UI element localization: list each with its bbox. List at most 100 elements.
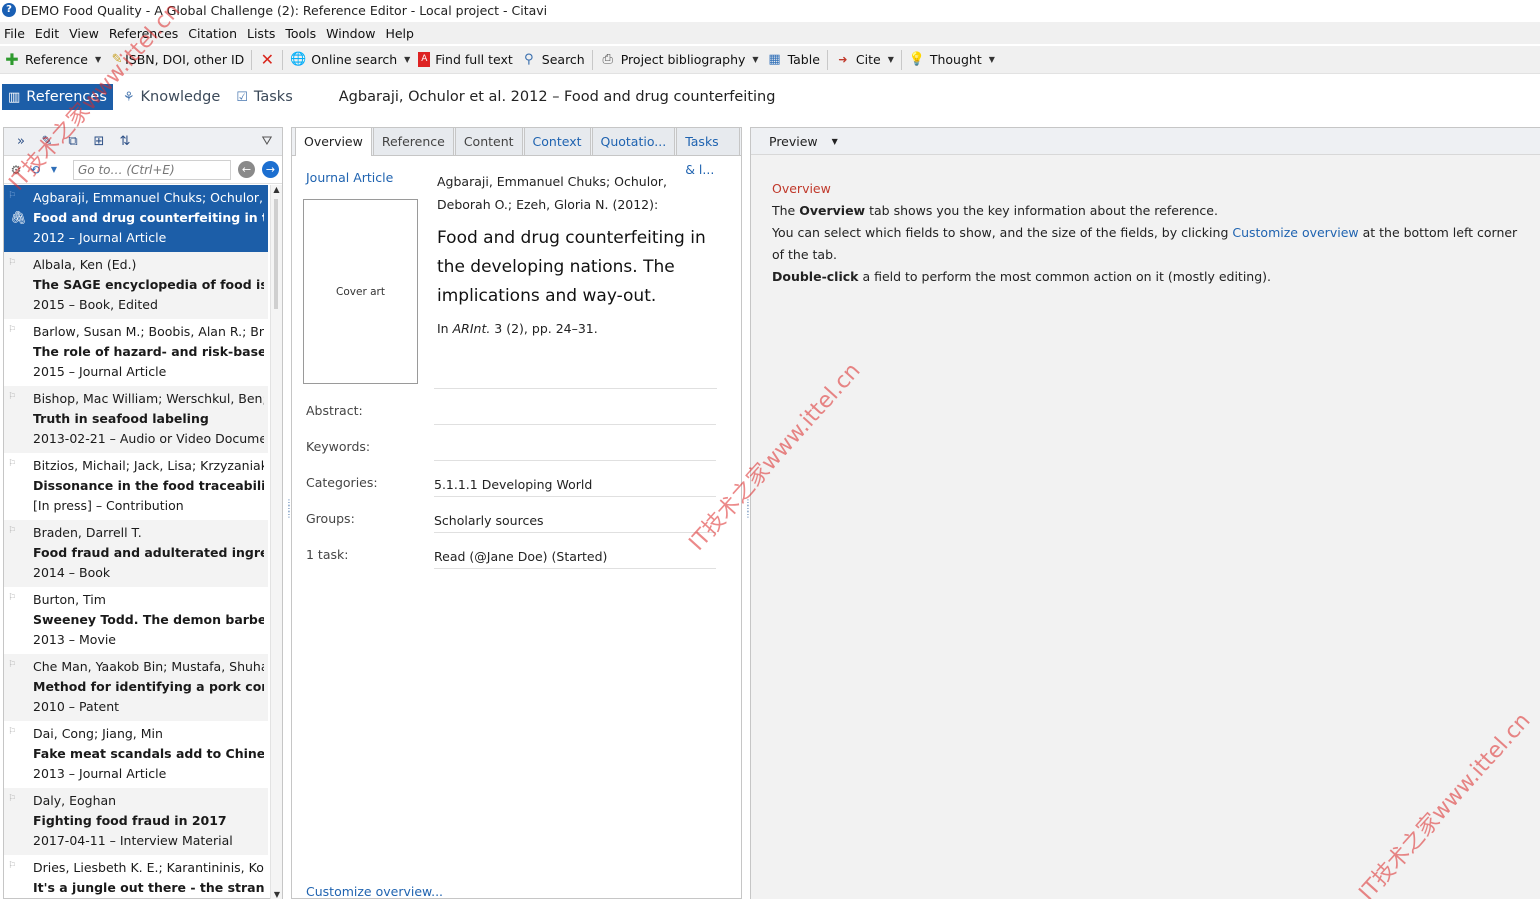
menu-references[interactable]: References bbox=[104, 26, 183, 41]
sort-icon[interactable]: ⇅ bbox=[116, 133, 134, 151]
table-button[interactable]: ▦ Table bbox=[763, 48, 824, 72]
editor-tabs: Overview Reference Content Context Quota… bbox=[292, 127, 741, 177]
cite-arrow-icon: ➜ bbox=[838, 52, 848, 66]
reference-list-item[interactable]: ⚐ Braden, Darrell T. Food fraud and adul… bbox=[4, 520, 268, 587]
search-label: Search bbox=[541, 52, 585, 67]
scrollbar-thumb[interactable] bbox=[274, 199, 278, 309]
forward-arrow-icon[interactable]: → bbox=[262, 161, 279, 178]
history-icon[interactable]: ⟲ bbox=[27, 162, 43, 178]
reference-meta: 2010 – Patent bbox=[33, 699, 120, 714]
customize-overview-inline-link[interactable]: Customize overview bbox=[1232, 225, 1358, 240]
expand-chevrons-icon[interactable]: » bbox=[12, 133, 30, 151]
chevron-down-icon[interactable]: ▼ bbox=[46, 162, 62, 178]
reference-authors: Daly, Eoghan bbox=[33, 793, 117, 808]
attachment-paperclip-icon: 🖇 bbox=[10, 211, 27, 226]
filter-icon[interactable]: ⛛ bbox=[258, 133, 276, 151]
reference-meta: 2017-04-11 – Interview Material bbox=[33, 833, 233, 848]
reference-type-link[interactable]: Journal Article bbox=[306, 170, 393, 185]
reference-list-item[interactable]: ⚐ Daly, Eoghan Fighting food fraud in 20… bbox=[4, 788, 268, 855]
reference-list-item[interactable]: ⚐ Barlow, Susan M.; Boobis, Alan R.; Bri… bbox=[4, 319, 268, 386]
source-journal: ARInt. bbox=[452, 321, 491, 336]
settings-gear-icon[interactable]: ⚙ bbox=[8, 162, 24, 178]
reference-list-item[interactable]: ⚐ Dai, Cong; Jiang, Min Fake meat scanda… bbox=[4, 721, 268, 788]
source-prefix: In bbox=[437, 321, 453, 336]
reference-list-item[interactable]: ⚐ Dries, Liesbeth K. E.; Karantininis, K… bbox=[4, 855, 268, 899]
grid-view-icon[interactable]: ⊞ bbox=[90, 133, 108, 151]
preview-bold-text: Overview bbox=[799, 203, 866, 218]
knowledge-network-icon: ⚘ bbox=[122, 89, 135, 105]
reference-title: Food fraud and adulterated ingredien bbox=[33, 545, 264, 560]
edit-list-icon[interactable]: ✎ bbox=[38, 133, 56, 151]
abstract-field[interactable]: Abstract: bbox=[306, 389, 726, 425]
flag-icon: ⚐ bbox=[8, 794, 17, 804]
categories-field[interactable]: Categories: 5.1.1.1 Developing World bbox=[306, 461, 726, 497]
customize-overview-link[interactable]: Customize overview... bbox=[306, 884, 443, 899]
add-reference-label: Reference bbox=[25, 52, 88, 67]
preview-text: a field to perform the most common actio… bbox=[858, 269, 1272, 284]
menu-file[interactable]: File bbox=[0, 26, 30, 41]
copy-selection-icon[interactable]: ⧉ bbox=[64, 133, 82, 151]
tab-reference[interactable]: Reference bbox=[372, 127, 454, 155]
menu-tools[interactable]: Tools bbox=[280, 26, 321, 41]
cite-button[interactable]: ➜ Cite ▼ bbox=[831, 48, 898, 72]
tab-context[interactable]: Context bbox=[523, 127, 591, 155]
tab-quotations[interactable]: Quotatio... bbox=[591, 127, 676, 155]
online-search-button[interactable]: 🌐 Online search ▼ bbox=[286, 48, 414, 72]
menu-view[interactable]: View bbox=[64, 26, 104, 41]
find-full-text-button[interactable]: A Find full text bbox=[414, 48, 517, 72]
nav-tab-tasks[interactable]: ☑ Tasks bbox=[230, 84, 299, 110]
menu-lists[interactable]: Lists bbox=[242, 26, 280, 41]
left-splitter-handle[interactable]: ⋮ ⋮ ⋮ bbox=[285, 499, 293, 519]
reference-list-scrollbar[interactable]: ▲ ▼ bbox=[270, 185, 282, 899]
table-icon: ▦ bbox=[768, 51, 781, 67]
reference-list-item[interactable]: ⚐ Bitzios, Michail; Jack, Lisa; Krzyzani… bbox=[4, 453, 268, 520]
reference-list-item[interactable]: ⚐ Burton, Tim Sweeney Todd. The demon ba… bbox=[4, 587, 268, 654]
menu-help[interactable]: Help bbox=[380, 26, 419, 41]
tasks-field[interactable]: 1 task: Read (@Jane Doe) (Started) bbox=[306, 533, 726, 569]
reference-title: Food and drug counterfeiting in the d bbox=[33, 210, 264, 225]
nav-tab-knowledge[interactable]: ⚘ Knowledge bbox=[117, 84, 226, 110]
preview-header[interactable]: Preview ▼ bbox=[751, 128, 1540, 155]
tab-overview[interactable]: Overview bbox=[295, 127, 372, 156]
thought-button[interactable]: 💡 Thought ▼ bbox=[905, 48, 999, 72]
abstract-label: Abstract: bbox=[306, 403, 363, 418]
scroll-down-arrow-icon[interactable]: ▼ bbox=[271, 890, 283, 899]
preview-heading: Overview bbox=[772, 181, 831, 196]
divider bbox=[434, 568, 716, 569]
reference-authors: Che Man, Yaakob Bin; Mustafa, Shuhai bbox=[33, 659, 264, 674]
isbn-doi-label: ISBN, DOI, other ID bbox=[125, 52, 245, 67]
project-bibliography-label: Project bibliography bbox=[620, 52, 746, 67]
menu-citation[interactable]: Citation bbox=[183, 26, 242, 41]
reference-title: The SAGE encyclopedia of food issues bbox=[33, 277, 264, 292]
chevron-down-icon[interactable]: ▼ bbox=[832, 137, 838, 146]
groups-field[interactable]: Groups: Scholarly sources bbox=[306, 497, 726, 533]
scroll-up-arrow-icon[interactable]: ▲ bbox=[271, 185, 282, 199]
flag-icon: ⚐ bbox=[8, 325, 17, 335]
add-reference-button[interactable]: ✚ Reference ▼ bbox=[0, 48, 105, 72]
reference-title: Method for identifying a pork content bbox=[33, 679, 264, 694]
tab-content[interactable]: Content bbox=[454, 127, 523, 155]
reference-list-item[interactable]: ⚐ Bishop, Mac William; Werschkul, Ben; T… bbox=[4, 386, 268, 453]
goto-input[interactable] bbox=[73, 159, 231, 180]
preview-body: Overview The Overview tab shows you the … bbox=[772, 178, 1532, 288]
back-arrow-icon[interactable]: ← bbox=[238, 161, 255, 178]
cover-art-placeholder[interactable]: Cover art bbox=[303, 199, 418, 384]
preview-text: The bbox=[772, 203, 800, 218]
reference-list-item[interactable]: ⚐ Che Man, Yaakob Bin; Mustafa, Shuhai M… bbox=[4, 654, 268, 721]
reference-list-item[interactable]: ⚐ 🖇 Agbaraji, Emmanuel Chuks; Ochulor, D… bbox=[4, 185, 268, 252]
delete-reference-button[interactable]: ✕ bbox=[255, 48, 279, 72]
nav-knowledge-label: Knowledge bbox=[140, 89, 221, 105]
find-full-text-label: Find full text bbox=[435, 52, 513, 67]
reference-list-item[interactable]: ⚐ Albala, Ken (Ed.) The SAGE encyclopedi… bbox=[4, 252, 268, 319]
menu-edit[interactable]: Edit bbox=[30, 26, 64, 41]
nav-tasks-label: Tasks bbox=[253, 89, 293, 105]
search-button[interactable]: ⚲ Search bbox=[517, 48, 589, 72]
right-splitter-handle[interactable]: ⋮ ⋮ ⋮ bbox=[744, 499, 752, 519]
keywords-field[interactable]: Keywords: bbox=[306, 425, 726, 461]
tab-tasks-locations[interactable]: Tasks & l... bbox=[676, 127, 740, 177]
menu-window[interactable]: Window bbox=[321, 26, 380, 41]
project-bibliography-button[interactable]: ⎙ Project bibliography ▼ bbox=[596, 48, 763, 72]
isbn-doi-button[interactable]: ✎ ISBN, DOI, other ID bbox=[105, 48, 248, 72]
reference-title-detail: Food and drug counterfeiting in the deve… bbox=[437, 228, 706, 306]
nav-tab-references[interactable]: ▥ References bbox=[2, 84, 113, 110]
